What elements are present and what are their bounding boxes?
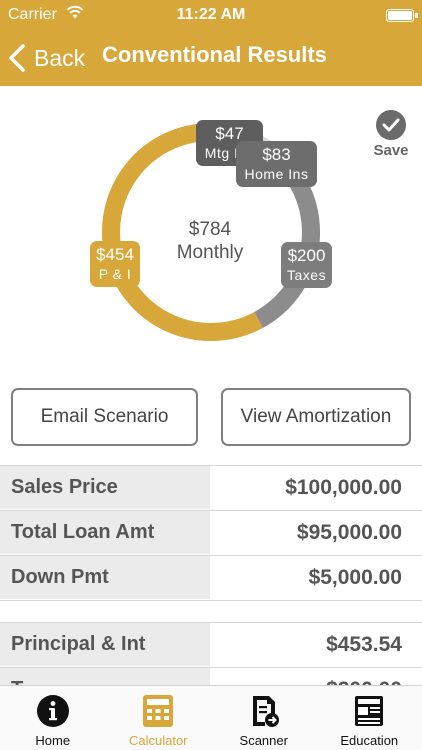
tab-education[interactable]: Education [317, 686, 422, 750]
info-icon [36, 695, 69, 727]
table-row: Principal & Int $453.54 [0, 622, 422, 666]
back-label: Back [34, 44, 86, 71]
table-row: Total Loan Amt $95,000.00 [0, 510, 422, 554]
slice-name: P & I [98, 266, 132, 282]
slice-name: Taxes [287, 267, 327, 283]
email-scenario-button[interactable]: Email Scenario [11, 388, 198, 446]
tab-bar: Home Calculator Scanner Education [0, 685, 422, 750]
table-row: Sales Price $100,000.00 [0, 465, 422, 509]
tab-home[interactable]: Home [0, 686, 106, 750]
save-button[interactable]: Save [370, 110, 412, 159]
scanner-icon [252, 696, 279, 727]
slice-amount: $454 [96, 245, 134, 264]
battery-icon [386, 9, 418, 22]
tab-label: Education [340, 733, 399, 748]
tab-scanner[interactable]: Scanner [211, 686, 317, 750]
row-value: $95,000.00 [210, 511, 422, 554]
slice-label-principal-interest: $454 P & I [90, 241, 140, 287]
row-label: Total Loan Amt [0, 511, 210, 554]
tab-label: Scanner [239, 733, 288, 748]
slice-amount: $83 [262, 145, 291, 164]
page-title: Conventional Results [102, 42, 327, 67]
slice-amount: $200 [287, 246, 326, 265]
view-amortization-button[interactable]: View Amortization [221, 388, 411, 446]
slice-name: Home Ins [244, 166, 309, 182]
save-label: Save [373, 142, 409, 159]
row-label: Sales Price [0, 466, 210, 509]
row-value: $100,000.00 [210, 466, 422, 509]
clock: 11:22 AM [176, 6, 246, 23]
status-bar: Carrier 11:22 AM [0, 0, 422, 30]
chevron-left-icon [9, 44, 25, 72]
tab-calculator[interactable]: Calculator [106, 686, 212, 750]
payment-breakdown-chart: $784 Monthly $454 P & I $200 Taxes $47 M… [0, 86, 422, 382]
monthly-total-label: Monthly [176, 242, 244, 263]
table-row: Down Pmt $5,000.00 [0, 555, 422, 599]
results-table: Sales Price $100,000.00 Total Loan Amt $… [0, 465, 422, 685]
row-label: Principal & Int [0, 623, 210, 666]
row-label: T [0, 668, 210, 685]
table-row: T $200.00 [0, 667, 422, 685]
navigation-bar: Back Conventional Results [0, 30, 422, 86]
row-value: $453.54 [210, 623, 422, 666]
tab-label: Home [35, 733, 71, 748]
row-value: $200.00 [210, 668, 422, 685]
slice-label-taxes: $200 Taxes [281, 242, 332, 288]
tab-label: Calculator [128, 733, 188, 748]
monthly-total-amount: $784 [188, 219, 232, 240]
checkmark-icon [376, 110, 406, 140]
row-label: Down Pmt [0, 556, 210, 599]
newspaper-icon [355, 696, 384, 726]
calculator-icon [143, 695, 174, 727]
slice-label-home-insurance: $83 Home Ins [236, 141, 317, 187]
row-value: $5,000.00 [210, 556, 422, 599]
table-section-gap [0, 600, 422, 622]
back-button[interactable]: Back [8, 39, 85, 77]
